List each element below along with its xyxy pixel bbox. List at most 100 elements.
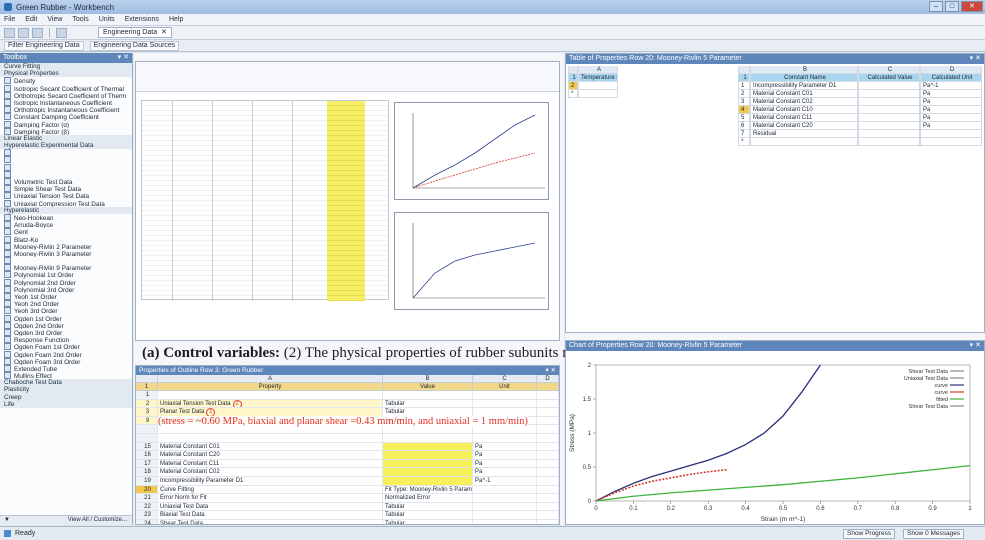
constant-unit[interactable]: Pa xyxy=(920,98,982,106)
toolbox-item[interactable]: Orthotropic Secant Coefficient of Therm xyxy=(0,92,132,99)
filter-icon[interactable]: ▼ xyxy=(4,516,10,525)
constant-value[interactable] xyxy=(858,90,920,98)
property-row[interactable]: 21 Error Norm for Fit Normalized Error xyxy=(136,494,559,503)
property-unit[interactable]: Pa xyxy=(473,459,537,468)
constant-unit[interactable]: Pa xyxy=(920,122,982,130)
menu-extensions[interactable]: Extensions xyxy=(125,16,159,23)
property-unit[interactable] xyxy=(473,391,537,399)
constant-value[interactable] xyxy=(858,138,920,146)
toolbox-group[interactable]: Curve Fitting xyxy=(0,63,132,71)
property-unit[interactable]: Pa xyxy=(473,451,537,459)
constant-row[interactable]: 2 Material Constant C01 Pa xyxy=(738,90,982,98)
toolbox-item[interactable]: Ogden 2nd Order xyxy=(0,322,132,329)
property-unit[interactable]: Pa xyxy=(473,468,537,476)
property-value[interactable] xyxy=(383,468,473,476)
view-all-link[interactable]: View All / Customize... xyxy=(68,516,127,525)
toolbox-item[interactable]: Isotropic Instantaneous Coefficient xyxy=(0,99,132,106)
save-icon[interactable] xyxy=(32,27,43,38)
toolbox-item[interactable]: Yeoh 1st Order xyxy=(0,293,132,300)
toolbox-item[interactable]: Simple Shear Test Data xyxy=(0,185,132,192)
toolbox-group[interactable]: Physical Properties xyxy=(0,70,132,78)
constant-row[interactable]: * xyxy=(738,138,982,146)
toolbox-group[interactable]: Life xyxy=(0,400,132,408)
property-unit[interactable] xyxy=(473,502,537,511)
property-value[interactable] xyxy=(383,459,473,468)
property-unit[interactable] xyxy=(473,433,537,442)
property-checkbox[interactable] xyxy=(537,494,559,502)
constant-name[interactable]: Material Constant C01 xyxy=(750,90,858,98)
constant-value[interactable] xyxy=(858,106,920,114)
open-icon[interactable] xyxy=(18,27,29,38)
toolbox-item[interactable]: Uniaxial Compression Test Data xyxy=(0,200,132,207)
engineering-data-sources-button[interactable]: Engineering Data Sources xyxy=(89,40,180,51)
toolbox-item[interactable]: Ogden Foam 3rd Order xyxy=(0,358,132,365)
toolbox-item[interactable] xyxy=(0,171,132,178)
new-icon[interactable] xyxy=(4,27,15,38)
toolbox-item[interactable]: Polynomial 2nd Order xyxy=(0,279,132,286)
constant-name[interactable] xyxy=(750,138,858,146)
toolbox-item[interactable]: Mullins Effect xyxy=(0,372,132,379)
temperature-row[interactable]: 2 xyxy=(568,82,620,90)
property-checkbox[interactable] xyxy=(537,502,559,511)
property-checkbox[interactable] xyxy=(537,468,559,476)
property-value[interactable] xyxy=(383,476,473,485)
property-checkbox[interactable] xyxy=(537,459,559,468)
constant-unit[interactable]: Pa^-1 xyxy=(920,82,982,90)
constant-row[interactable]: 3 Material Constant C02 Pa xyxy=(738,98,982,106)
property-unit[interactable] xyxy=(473,511,537,519)
toolbox-group[interactable]: Linear Elastic xyxy=(0,134,132,143)
toolbox-item[interactable]: Neo-Hookean xyxy=(0,214,132,221)
property-value[interactable] xyxy=(383,433,473,442)
toolbox-item[interactable]: Isotropic Secant Coefficient of Thermal xyxy=(0,85,132,92)
property-checkbox[interactable] xyxy=(537,442,559,451)
toolbox-item[interactable]: Mooney-Rivlin 2 Parameter xyxy=(0,243,132,250)
constant-name[interactable]: Material Constant C10 xyxy=(750,106,858,114)
toolbox-item[interactable]: Response Function xyxy=(0,336,132,343)
constant-row[interactable]: 6 Material Constant C20 Pa xyxy=(738,122,982,130)
toolbox-group[interactable]: Chaboche Test Data xyxy=(0,379,132,387)
property-row[interactable]: 18 Material Constant C02 Pa xyxy=(136,468,559,477)
property-value[interactable]: Fit Type: Mooney-Rivlin 5 Parameter xyxy=(383,485,473,494)
constant-unit[interactable]: Pa xyxy=(920,90,982,98)
property-value[interactable]: Tabular xyxy=(383,408,473,416)
property-value[interactable] xyxy=(383,451,473,459)
menu-view[interactable]: View xyxy=(47,16,62,23)
toolbox-item[interactable]: Uniaxial Tension Test Data xyxy=(0,192,132,199)
property-unit[interactable] xyxy=(473,399,537,408)
constant-row[interactable]: 1 Incompressibility Parameter D1 Pa^-1 xyxy=(738,82,982,90)
property-value[interactable]: Tabular xyxy=(383,511,473,519)
property-checkbox[interactable] xyxy=(537,433,559,442)
constant-name[interactable]: Material Constant C02 xyxy=(750,98,858,106)
toolbox-item[interactable]: Ogden Foam 1st Order xyxy=(0,343,132,350)
constant-row[interactable]: 4 Material Constant C10 Pa xyxy=(738,106,982,114)
table-pin-icon[interactable]: ▾ ✕ xyxy=(970,54,981,64)
toolbox-item[interactable]: Damping Factor (α) xyxy=(0,121,132,128)
property-value[interactable]: Tabular xyxy=(383,502,473,511)
toolbox-item[interactable]: Mooney-Rivlin 9 Parameter xyxy=(0,264,132,271)
property-checkbox[interactable] xyxy=(537,408,559,416)
property-row[interactable]: 17 Material Constant C11 Pa xyxy=(136,459,559,469)
tab-close-icon[interactable]: ✕ xyxy=(161,28,167,37)
toolbox-item[interactable]: Blatz-Ko xyxy=(0,236,132,243)
constant-name[interactable]: Residual xyxy=(750,130,858,138)
property-row[interactable]: 23 Biaxial Test Data Tabular xyxy=(136,511,559,520)
toolbox-item[interactable]: Ogden 3rd Order xyxy=(0,329,132,336)
property-row[interactable]: 19 Incompressibility Parameter D1 Pa^-1 xyxy=(136,476,559,486)
constant-unit[interactable] xyxy=(920,138,982,146)
property-row[interactable]: 16 Material Constant C20 Pa xyxy=(136,451,559,460)
close-button[interactable]: ✕ xyxy=(961,1,983,12)
property-unit[interactable] xyxy=(473,485,537,494)
property-checkbox[interactable] xyxy=(537,485,559,494)
property-unit[interactable] xyxy=(473,519,537,524)
show-messages-button[interactable]: Show 0 Messages xyxy=(903,529,965,539)
properties-pin-icon[interactable]: ▾ ✕ xyxy=(545,366,556,375)
property-value[interactable]: Normalized Error xyxy=(383,494,473,502)
constant-unit[interactable] xyxy=(920,130,982,138)
constant-value[interactable] xyxy=(858,82,920,90)
menu-file[interactable]: File xyxy=(4,16,15,23)
property-unit[interactable] xyxy=(473,408,537,416)
property-value[interactable] xyxy=(383,391,473,399)
toolbox-item[interactable] xyxy=(0,257,132,264)
pin-icon[interactable]: ▾ ✕ xyxy=(118,53,129,63)
property-checkbox[interactable] xyxy=(537,399,559,408)
